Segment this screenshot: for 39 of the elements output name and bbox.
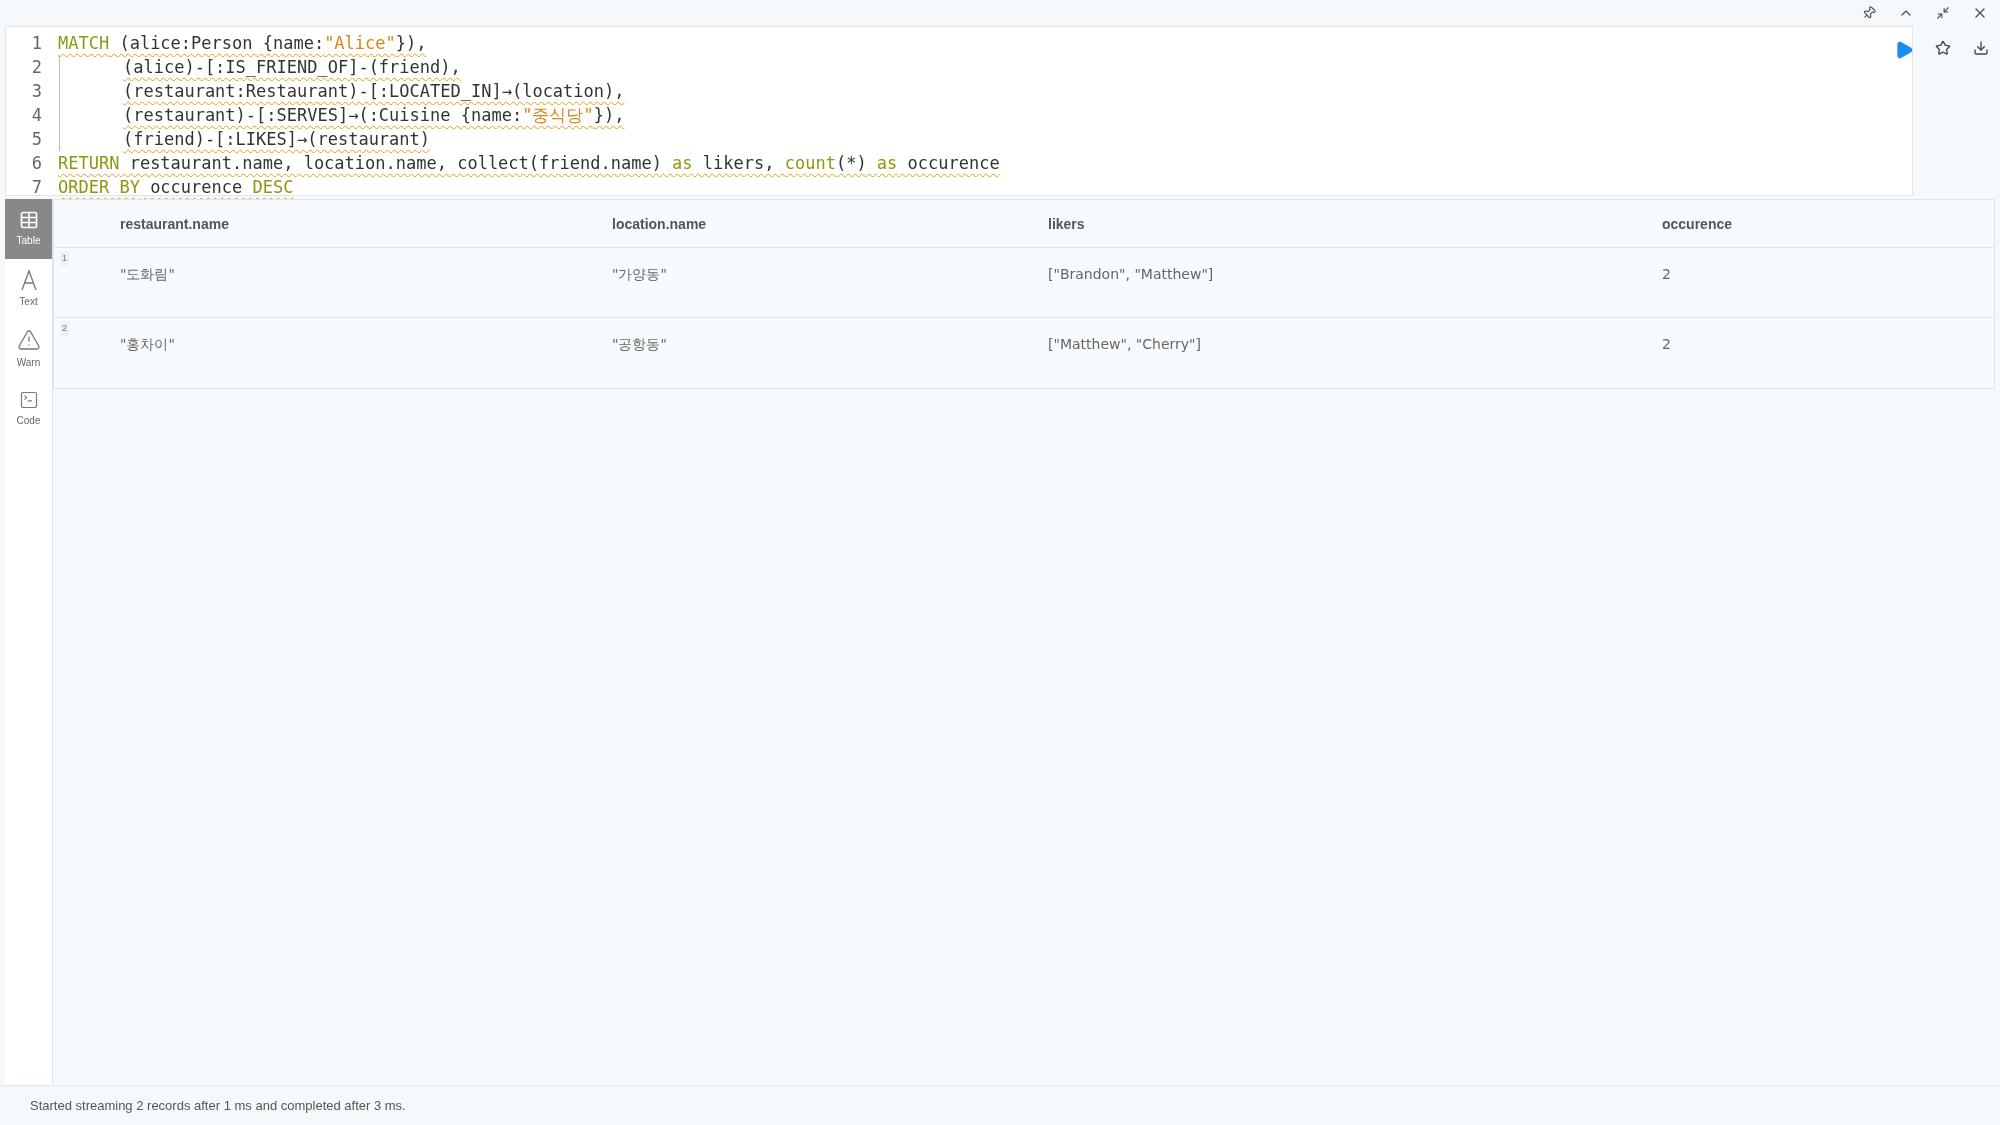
line-number: 5 [30, 128, 43, 151]
table-icon [18, 210, 39, 230]
table-cell: ["Brandon", "Matthew"] [1048, 266, 1214, 282]
code-line: RETURN restaurant.name, location.name, collect(friend.name) as likers, count(*) as occurence [58, 152, 1000, 175]
code-line: ORDER BY occurence DESC [58, 176, 294, 199]
column-header[interactable]: restaurant.name [120, 215, 229, 232]
table-cell: "도화림" [120, 266, 175, 282]
table-cell: "홍차이" [120, 336, 175, 352]
code-line: (restaurant:Restaurant)-[:LOCATED_IN]→(location), [123, 80, 625, 103]
terminal-icon [18, 390, 39, 410]
line-number: 3 [30, 80, 43, 103]
code-line: MATCH (alice:Person {name:"Alice"}), [58, 32, 427, 55]
table-cell: ["Matthew", "Cherry"] [1048, 336, 1201, 352]
code-line: (restaurant)-[:SERVES]→(:Cuisine {name:"중식당"}), [123, 104, 625, 127]
letter-a-icon [19, 269, 38, 291]
view-tab[interactable]: Table [5, 199, 52, 259]
row-index: 1 [60, 252, 69, 266]
table-cell: 2 [1662, 336, 1671, 352]
warning-icon [16, 328, 41, 352]
shrink-icon [1936, 6, 1950, 20]
code-line: (alice)-[:IS_FRIEND_OF]-(friend), [123, 56, 461, 79]
column-header[interactable]: location.name [612, 215, 707, 232]
column-header[interactable]: occurence [1662, 215, 1733, 232]
table-cell: "공항동" [612, 336, 667, 352]
star-icon [1935, 40, 1952, 56]
table-cell: "가양동" [612, 266, 667, 282]
status-message: Started streaming 2 records after 1 ms and completed after 3 ms. [30, 1096, 406, 1115]
line-number: 4 [30, 104, 43, 127]
download-icon [1973, 40, 1990, 56]
code-line: (friend)-[:LIKES]→(restaurant) [123, 128, 431, 151]
line-number: 1 [30, 32, 43, 55]
table-cell: 2 [1662, 266, 1671, 282]
line-number: 6 [30, 152, 43, 175]
line-number: 2 [30, 56, 43, 79]
line-number: 7 [30, 176, 43, 199]
row-index: 2 [60, 322, 69, 336]
query-editor[interactable] [5, 26, 1913, 196]
column-header[interactable]: likers [1048, 215, 1085, 232]
shrink-button[interactable] [1934, 4, 1952, 22]
